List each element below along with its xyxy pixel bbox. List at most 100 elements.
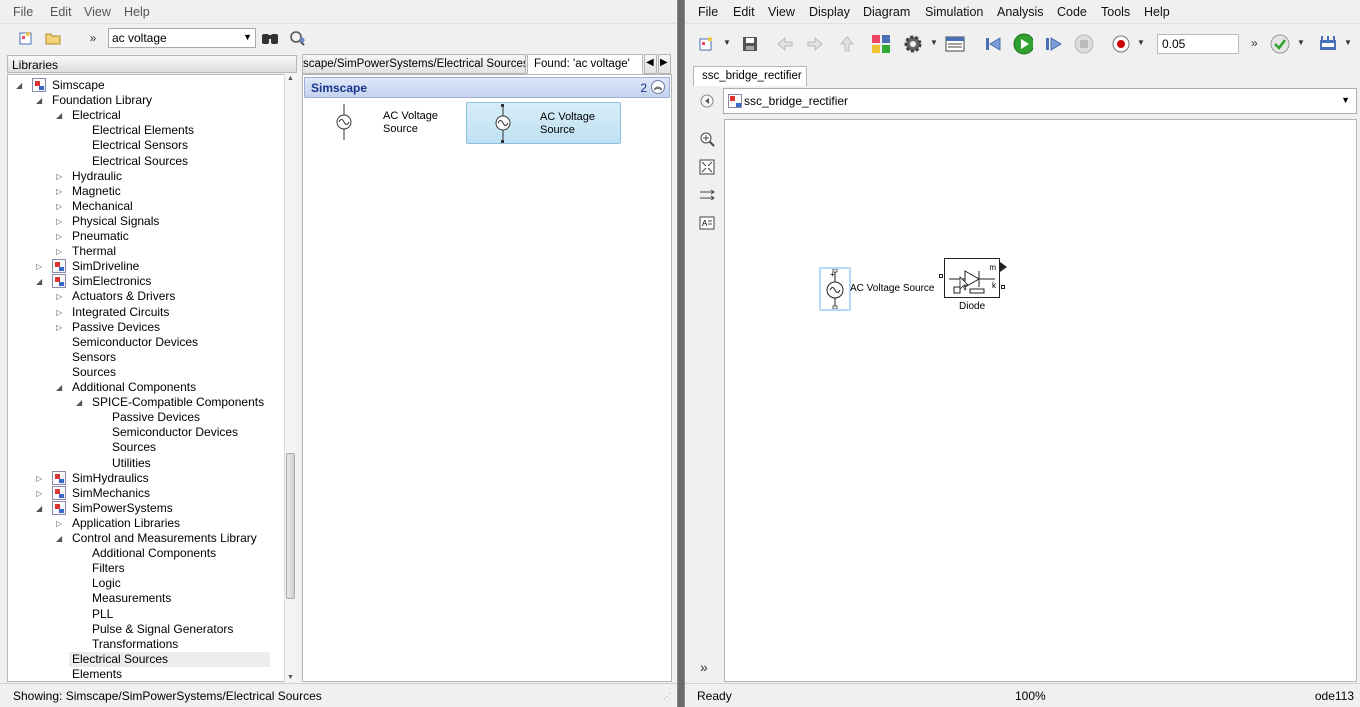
menu-help[interactable]: Help	[124, 5, 150, 19]
tree-node[interactable]: ▷ Hydraulic	[8, 169, 270, 184]
resize-grip-icon[interactable]: ⋰	[663, 692, 671, 701]
tree-node[interactable]: PLL	[8, 607, 270, 622]
tree-node[interactable]: Utilities	[8, 456, 270, 471]
tree-node[interactable]: Additional Components	[8, 546, 270, 561]
forward-arrow-icon[interactable]	[805, 34, 825, 54]
back-arrow-icon[interactable]	[775, 34, 795, 54]
library-tree[interactable]: ◢ Simscape ◢ Foundation Library ◢ Electrical E…	[7, 74, 297, 682]
tree-node[interactable]: Electrical Sensors	[8, 138, 270, 153]
explorer-bar[interactable]: ssc_bridge_rectifier ▼	[723, 88, 1357, 114]
tree-node[interactable]: ▷ Passive Devices	[8, 320, 270, 335]
tree-node[interactable]: ◢ Electrical	[8, 108, 270, 123]
step-back-icon[interactable]	[983, 34, 1003, 54]
run-icon[interactable]	[1013, 33, 1033, 55]
tree-node[interactable]: Filters	[8, 561, 270, 576]
tree-node[interactable]: ◢ Simscape	[8, 78, 270, 93]
tree-node[interactable]: Passive Devices	[8, 410, 270, 425]
arrow-routing-icon[interactable]	[697, 185, 717, 205]
chevron-down-icon[interactable]: ▼	[1137, 38, 1145, 47]
expanded-triangle-icon[interactable]: ◢	[56, 531, 62, 546]
expanded-triangle-icon[interactable]: ◢	[56, 108, 62, 123]
expanded-triangle-icon[interactable]: ◢	[56, 380, 62, 395]
diode-block[interactable]: m k	[944, 258, 1000, 298]
collapsed-triangle-icon[interactable]: ▷	[56, 184, 62, 199]
collapsed-triangle-icon[interactable]: ▷	[36, 486, 42, 501]
collapse-group-icon[interactable]: ︽	[651, 80, 665, 94]
tree-node[interactable]: Logic	[8, 576, 270, 591]
tree-node[interactable]: Transformations	[8, 637, 270, 652]
diode-port-k[interactable]	[1001, 285, 1005, 289]
collapsed-triangle-icon[interactable]: ▷	[56, 199, 62, 214]
menu-diagram[interactable]: Diagram	[863, 5, 910, 19]
tree-node[interactable]: ◢ Foundation Library	[8, 93, 270, 108]
chevron-down-icon[interactable]: ▼	[930, 38, 938, 47]
new-model-icon[interactable]	[16, 28, 36, 48]
result-block-ac-voltage-2[interactable]: AC Voltage Source	[466, 102, 621, 144]
tab-scroll-left-icon[interactable]: ◀	[644, 54, 657, 74]
collapsed-triangle-icon[interactable]: ▷	[56, 516, 62, 531]
tree-node[interactable]: Semiconductor Devices	[8, 335, 270, 350]
expanded-triangle-icon[interactable]: ◢	[76, 395, 82, 410]
menu-tools[interactable]: Tools	[1101, 5, 1130, 19]
library-browser-icon[interactable]	[871, 34, 891, 54]
stop-time-input[interactable]	[1157, 34, 1239, 54]
menu-display[interactable]: Display	[809, 5, 850, 19]
tree-node[interactable]: ◢ SimPowerSystems	[8, 500, 270, 516]
tree-node[interactable]: ▷ Pneumatic	[8, 229, 270, 244]
tree-node[interactable]: ◢ Control and Measurements Library	[8, 531, 270, 546]
status-solver[interactable]: ode113	[1315, 689, 1354, 703]
tree-node[interactable]: Semiconductor Devices	[8, 425, 270, 440]
new-model-icon[interactable]	[697, 34, 717, 54]
chevron-down-icon[interactable]: ▼	[1341, 95, 1350, 105]
tree-node[interactable]: Pulse & Signal Generators	[8, 622, 270, 637]
menu-view[interactable]: View	[768, 5, 795, 19]
ac-voltage-source-block[interactable]: +	[819, 267, 851, 311]
open-folder-icon[interactable]	[43, 28, 63, 48]
tree-node[interactable]: Sources	[8, 365, 270, 380]
diode-output-port-icon[interactable]	[1000, 262, 1008, 272]
tree-node[interactable]: ▷ SimMechanics	[8, 485, 270, 501]
tree-node[interactable]: ▷ Application Libraries	[8, 516, 270, 531]
save-icon[interactable]	[740, 34, 760, 54]
tree-node[interactable]: ▷ SimHydraulics	[8, 470, 270, 486]
menu-view[interactable]: View	[84, 5, 111, 19]
binoculars-search-icon[interactable]	[260, 28, 280, 48]
tree-node[interactable]: ◢ SPICE-Compatible Components	[8, 395, 270, 410]
result-group-header[interactable]: Simscape 2 ︽	[304, 77, 670, 98]
menu-file[interactable]: File	[13, 5, 33, 19]
model-explorer-icon[interactable]	[945, 34, 965, 54]
scroll-down-icon[interactable]: ▼	[287, 674, 294, 681]
tab-scroll-right-icon[interactable]: ▶	[658, 54, 671, 74]
menu-edit[interactable]: Edit	[733, 5, 755, 19]
hide-explorer-bar-icon[interactable]	[697, 91, 717, 111]
tree-node[interactable]: ◢ Additional Components	[8, 380, 270, 395]
tab-found-results[interactable]: Found: 'ac voltage'	[527, 54, 643, 74]
record-icon[interactable]	[1111, 34, 1131, 54]
expanded-triangle-icon[interactable]: ◢	[36, 501, 42, 516]
tree-node[interactable]: Electrical Elements	[8, 123, 270, 138]
expanded-triangle-icon[interactable]: ◢	[16, 78, 22, 93]
chevron-down-icon[interactable]: ▼	[1297, 38, 1305, 47]
up-arrow-icon[interactable]	[837, 34, 857, 54]
tab-electrical-sources[interactable]: scape/SimPowerSystems/Electrical Sources	[302, 54, 526, 74]
tree-node[interactable]: ▷ Physical Signals	[8, 214, 270, 229]
toolbar-overflow-icon[interactable]: »	[86, 30, 100, 46]
zoom-in-icon[interactable]	[697, 129, 717, 149]
tree-node[interactable]: ▷ Actuators & Drivers	[8, 289, 270, 304]
model-config-gear-icon[interactable]	[903, 34, 923, 54]
search-input[interactable]	[112, 31, 237, 45]
tree-node[interactable]: Sensors	[8, 350, 270, 365]
menu-code[interactable]: Code	[1057, 5, 1087, 19]
stop-icon[interactable]	[1074, 34, 1094, 54]
chevron-down-icon[interactable]: ▼	[723, 38, 731, 47]
menu-help[interactable]: Help	[1144, 5, 1170, 19]
tree-node[interactable]: Elements	[8, 667, 270, 681]
collapsed-triangle-icon[interactable]: ▷	[36, 259, 42, 274]
tree-node[interactable]: ◢ SimElectronics	[8, 274, 270, 289]
collapsed-triangle-icon[interactable]: ▷	[56, 229, 62, 244]
tree-node[interactable]: ▷ Thermal	[8, 244, 270, 259]
collapsed-triangle-icon[interactable]: ▷	[36, 471, 42, 486]
expand-palette-icon[interactable]: »	[700, 659, 708, 675]
chevron-down-icon[interactable]: ▼	[1344, 38, 1352, 47]
diode-port-a[interactable]	[939, 274, 943, 278]
